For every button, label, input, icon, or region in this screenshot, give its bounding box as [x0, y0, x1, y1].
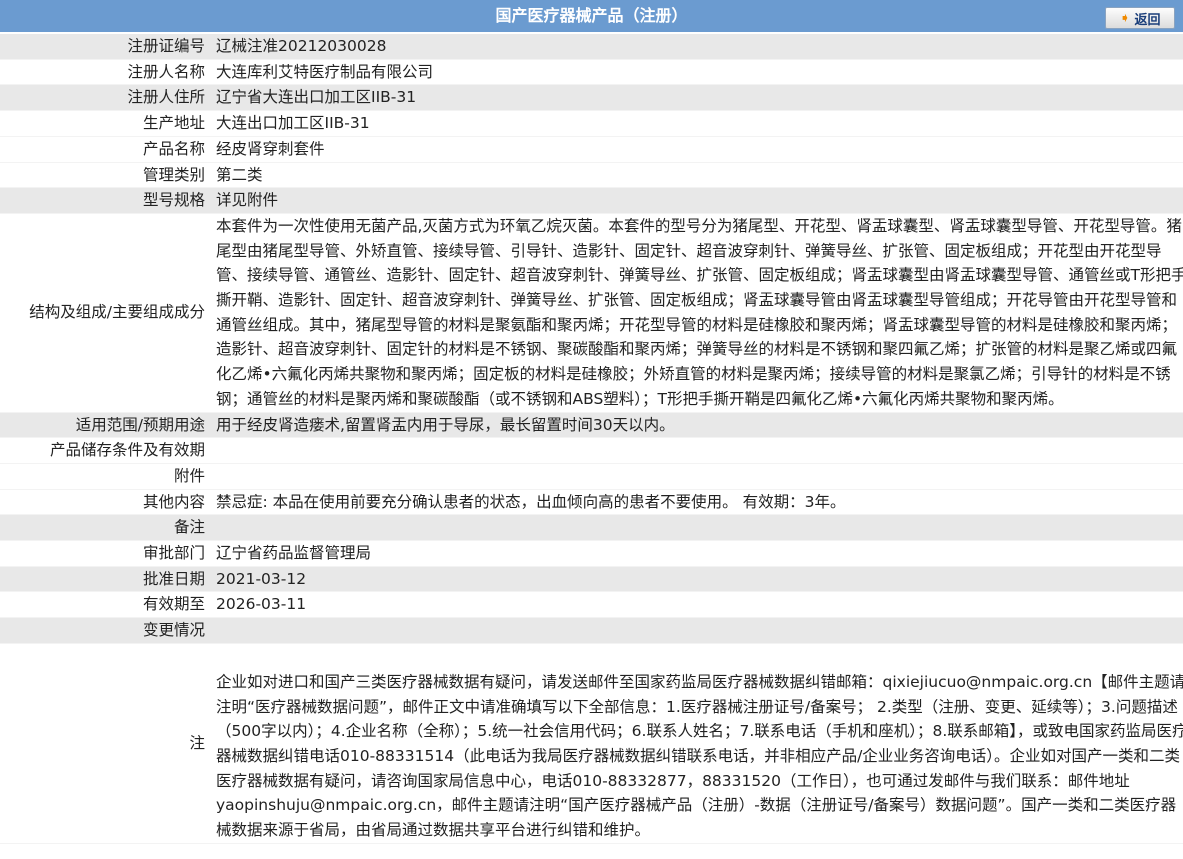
row-value-text: 辽械注准20212030028: [216, 37, 387, 55]
row-value: 经皮肾穿刺套件: [211, 136, 1183, 162]
table-row: 变更情况: [0, 617, 1183, 644]
back-button[interactable]: ➧ 返回: [1105, 7, 1175, 29]
row-label: 注册证编号: [127, 37, 205, 55]
row-value: [211, 618, 1183, 644]
table-row: 型号规格 详见附件: [0, 187, 1183, 214]
row-label: 批准日期: [142, 569, 205, 588]
row-value-text: 大连出口加工区IIB-31: [216, 114, 370, 133]
row-value: 企业如对进口和国产三类医疗器械数据有疑问，请发送邮件至国家药监局医疗器械数据纠错…: [211, 643, 1183, 843]
row-value: 用于经皮肾造瘘术,留置肾盂内用于导尿，最长留置时间30天以内。: [211, 412, 1183, 438]
row-label: 注册人名称: [127, 62, 205, 81]
row-value: 禁忌症: 本品在使用前要充分确认患者的状态，出血倾向高的患者不要使用。 有效期：…: [211, 489, 1183, 515]
note-row: 注 企业如对进口和国产三类医疗器械数据有疑问，请发送邮件至国家药监局医疗器械数据…: [0, 643, 1183, 844]
row-label: 管理类别: [142, 165, 205, 184]
row-value: 辽械注准20212030028: [211, 34, 1183, 59]
row-label: 备注: [173, 518, 205, 537]
row-label: 产品名称: [142, 139, 205, 158]
table-row: 适用范围/预期用途 用于经皮肾造瘘术,留置肾盂内用于导尿，最长留置时间30天以内。: [0, 412, 1183, 438]
row-label: 生产地址: [142, 114, 205, 133]
table-row: 审批部门 辽宁省药品监督管理局: [0, 541, 1183, 567]
table-row: 有效期至 2026-03-11: [0, 592, 1183, 618]
row-value: [211, 438, 1183, 464]
back-label: 返回: [1134, 12, 1161, 28]
row-value: 详见附件: [211, 188, 1183, 214]
table-row: 产品储存条件及有效期: [0, 438, 1183, 464]
row-label: 有效期至: [142, 595, 205, 614]
row-value-text: 详见附件: [216, 191, 279, 210]
row-value: 辽宁省药品监督管理局: [211, 541, 1183, 567]
row-value: 2021-03-12: [211, 566, 1183, 592]
table-row: 生产地址 大连出口加工区IIB-31: [0, 111, 1183, 137]
row-label: 审批部门: [142, 544, 205, 563]
table-row: 注册证编号 辽械注准20212030028: [0, 34, 1183, 60]
table-row: 批准日期 2021-03-12: [0, 566, 1183, 592]
row-value-text: 2021-03-12: [216, 569, 307, 588]
table-row: 附件: [0, 463, 1183, 490]
note-text: 企业如对进口和国产三类医疗器械数据有疑问，请发送邮件至国家药监局医疗器械数据纠错…: [216, 672, 1183, 840]
row-value: 第二类: [211, 162, 1183, 188]
row-value-text: 本套件为一次性使用无菌产品,灭菌方式为环氧乙烷灭菌。本套件的型号分为猪尾型、开花…: [216, 216, 1183, 408]
arrow-right-icon: ➧: [1119, 10, 1131, 26]
table-row: 产品名称 经皮肾穿刺套件: [0, 136, 1183, 163]
row-label: 注: [189, 733, 205, 752]
row-value-text: 2026-03-11: [216, 595, 307, 614]
row-value: [211, 463, 1183, 489]
row-label: 型号规格: [142, 191, 205, 210]
row-label: 产品储存条件及有效期: [49, 441, 205, 460]
row-value-text: 经皮肾穿刺套件: [216, 139, 325, 158]
row-value: 大连库利艾特医疗制品有限公司: [211, 59, 1183, 85]
row-value: [211, 515, 1183, 541]
table-row: 注册人住所 辽宁省大连出口加工区IIB-31: [0, 84, 1183, 111]
row-value-text: 用于经皮肾造瘘术,留置肾盂内用于导尿，最长留置时间30天以内。: [216, 415, 675, 434]
row-value: 本套件为一次性使用无菌产品,灭菌方式为环氧乙烷灭菌。本套件的型号分为猪尾型、开花…: [211, 213, 1183, 412]
row-label: 变更情况: [142, 621, 205, 640]
detail-table: 注册证编号 辽械注准20212030028 注册人名称 大连库利艾特医疗制品有限公司注…: [0, 34, 1183, 844]
page-title: 国产医疗器械产品（注册）: [495, 6, 688, 25]
row-label: 结构及组成/主要组成成分: [29, 303, 205, 322]
row-value-text: 大连库利艾特医疗制品有限公司: [216, 62, 434, 81]
row-label: 注册人住所: [127, 88, 205, 107]
row-value: 大连出口加工区IIB-31: [211, 111, 1183, 137]
row-value-text: 辽宁省药品监督管理局: [216, 544, 372, 563]
table-row: 其他内容 禁忌症: 本品在使用前要充分确认患者的状态，出血倾向高的患者不要使用。 …: [0, 489, 1183, 515]
row-value-text: 禁忌症: 本品在使用前要充分确认患者的状态，出血倾向高的患者不要使用。 有效期：…: [216, 492, 846, 511]
row-value-text: 辽宁省大连出口加工区IIB-31: [216, 88, 417, 107]
row-label: 适用范围/预期用途: [75, 415, 205, 434]
row-value: 辽宁省大连出口加工区IIB-31: [211, 85, 1183, 111]
row-value: 2026-03-11: [211, 592, 1183, 618]
page-header: 国产医疗器械产品（注册） ➧ 返回: [0, 0, 1183, 34]
table-row: 结构及组成/主要组成成分 本套件为一次性使用无菌产品,灭菌方式为环氧乙烷灭菌。本套…: [0, 213, 1183, 413]
row-label: 附件: [173, 466, 205, 485]
table-row: 备注: [0, 514, 1183, 541]
table-row: 管理类别 第二类: [0, 162, 1183, 188]
row-label: 其他内容: [142, 492, 205, 511]
row-value-text: 第二类: [216, 165, 263, 184]
table-row: 注册人名称 大连库利艾特医疗制品有限公司: [0, 59, 1183, 85]
